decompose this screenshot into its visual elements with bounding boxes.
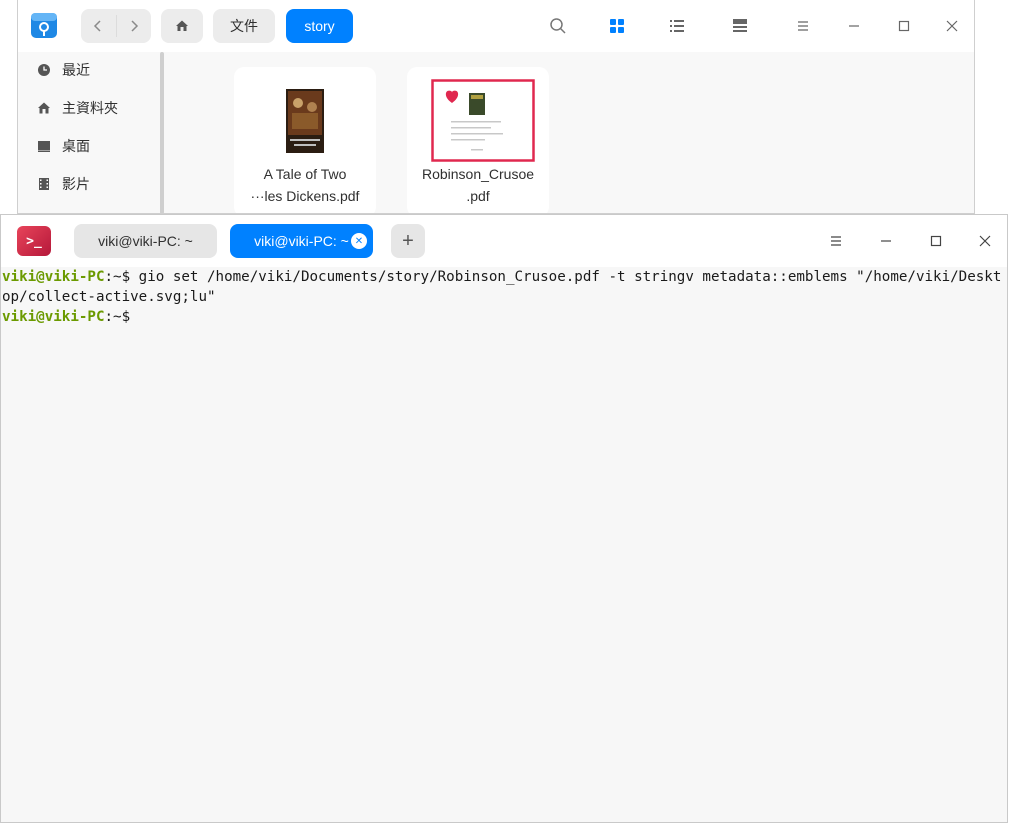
command-text: gio set /home/viki/Documents/story/Robin… bbox=[2, 269, 1002, 305]
desktop-icon bbox=[36, 138, 52, 154]
maximize-icon bbox=[898, 20, 910, 32]
terminal-maximize-button[interactable] bbox=[926, 231, 946, 251]
terminal-window: >_ viki@viki-PC: ~ viki@viki-PC: ~ ✕ + v… bbox=[0, 214, 1008, 823]
terminal-minimize-button[interactable] bbox=[876, 231, 896, 251]
new-tab-button[interactable]: + bbox=[391, 224, 425, 258]
chevron-right-icon bbox=[131, 20, 138, 32]
sidebar: 最近 主資料夾 桌面 影片 bbox=[18, 52, 168, 213]
breadcrumb-documents[interactable]: 文件 bbox=[213, 9, 275, 43]
terminal-titlebar: >_ viki@viki-PC: ~ viki@viki-PC: ~ ✕ + bbox=[1, 215, 1007, 267]
navigation-buttons bbox=[81, 9, 151, 43]
video-icon bbox=[36, 176, 52, 192]
forward-button[interactable] bbox=[116, 9, 151, 43]
close-button[interactable] bbox=[942, 16, 962, 36]
sidebar-item-home[interactable]: 主資料夾 bbox=[36, 96, 118, 120]
grid-view-icon bbox=[610, 19, 624, 33]
pdf-thumbnail-selected-icon bbox=[431, 79, 535, 162]
plus-icon: + bbox=[402, 229, 414, 252]
terminal-output[interactable]: viki@viki-PC:~$ gio set /home/viki/Docum… bbox=[2, 267, 1003, 327]
close-tab-icon[interactable]: ✕ bbox=[351, 233, 367, 249]
terminal-menu-button[interactable] bbox=[826, 231, 846, 251]
sidebar-item-label: 最近 bbox=[62, 62, 90, 78]
file-manager-app-icon[interactable] bbox=[29, 10, 59, 40]
list-view-icon bbox=[670, 20, 684, 32]
maximize-icon bbox=[930, 235, 942, 247]
sidebar-item-label: 主資料夾 bbox=[62, 100, 118, 116]
sidebar-item-recent[interactable]: 最近 bbox=[36, 58, 90, 82]
sidebar-item-desktop[interactable]: 桌面 bbox=[36, 134, 90, 158]
breadcrumb-story[interactable]: story bbox=[286, 9, 353, 43]
sidebar-item-videos[interactable]: 影片 bbox=[36, 172, 90, 196]
prompt-user: viki@viki-PC bbox=[2, 269, 105, 285]
file-name-line1: A Tale of Two bbox=[263, 166, 347, 182]
terminal-line: viki@viki-PC:~$ bbox=[2, 307, 1003, 327]
minimize-button[interactable] bbox=[844, 16, 864, 36]
hamburger-menu-icon bbox=[798, 21, 808, 31]
chevron-left-icon bbox=[94, 20, 101, 32]
pdf-thumbnail-icon bbox=[286, 89, 324, 153]
prompt-separator: :~$ bbox=[104, 269, 139, 285]
tab-label: viki@viki-PC: ~ bbox=[98, 233, 193, 249]
minimize-icon bbox=[849, 25, 859, 27]
prompt-user: viki@viki-PC bbox=[2, 309, 105, 325]
sidebar-item-label: 影片 bbox=[62, 176, 90, 192]
home-icon bbox=[176, 20, 188, 31]
file-grid: A Tale of Two ···les Dickens.pdf Robinso… bbox=[166, 52, 974, 213]
file-item-robinson-crusoe[interactable]: Robinson_Crusoe .pdf bbox=[407, 67, 549, 213]
clock-icon bbox=[36, 62, 52, 78]
terminal-close-button[interactable] bbox=[975, 231, 995, 251]
list-view-button[interactable] bbox=[667, 16, 687, 36]
file-name-line1: Robinson_Crusoe bbox=[421, 166, 535, 182]
file-name-line2: .pdf bbox=[466, 188, 490, 204]
prompt-separator: :~$ bbox=[104, 309, 139, 325]
icon-view-button[interactable] bbox=[607, 16, 627, 36]
maximize-button[interactable] bbox=[894, 16, 914, 36]
terminal-tab[interactable]: viki@viki-PC: ~ bbox=[74, 224, 217, 258]
detail-view-button[interactable] bbox=[730, 16, 750, 36]
tab-label: viki@viki-PC: ~ bbox=[254, 233, 349, 249]
terminal-tab-active[interactable]: viki@viki-PC: ~ ✕ bbox=[230, 224, 373, 258]
home-icon bbox=[36, 100, 52, 116]
file-manager-window: 文件 story 最近 主資料夾 桌面 影片 A Tale of Two ···… bbox=[17, 0, 975, 214]
terminal-app-icon[interactable]: >_ bbox=[17, 226, 51, 256]
menu-button[interactable] bbox=[793, 16, 813, 36]
file-manager-toolbar: 文件 story bbox=[18, 0, 974, 52]
close-icon bbox=[979, 235, 991, 247]
sidebar-item-label: 桌面 bbox=[62, 138, 90, 154]
back-button[interactable] bbox=[81, 9, 116, 43]
minimize-icon bbox=[881, 240, 891, 242]
detail-panel-icon bbox=[733, 19, 747, 32]
close-icon bbox=[946, 20, 958, 32]
home-button[interactable] bbox=[161, 9, 203, 43]
sidebar-scrollbar[interactable] bbox=[160, 52, 164, 213]
search-icon bbox=[550, 18, 566, 34]
hamburger-menu-icon bbox=[831, 236, 841, 246]
file-name-line2: ···les Dickens.pdf bbox=[250, 188, 360, 204]
file-item-tale-of-two-cities[interactable]: A Tale of Two ···les Dickens.pdf bbox=[234, 67, 376, 213]
search-button[interactable] bbox=[548, 16, 568, 36]
terminal-line: viki@viki-PC:~$ gio set /home/viki/Docum… bbox=[2, 267, 1003, 307]
